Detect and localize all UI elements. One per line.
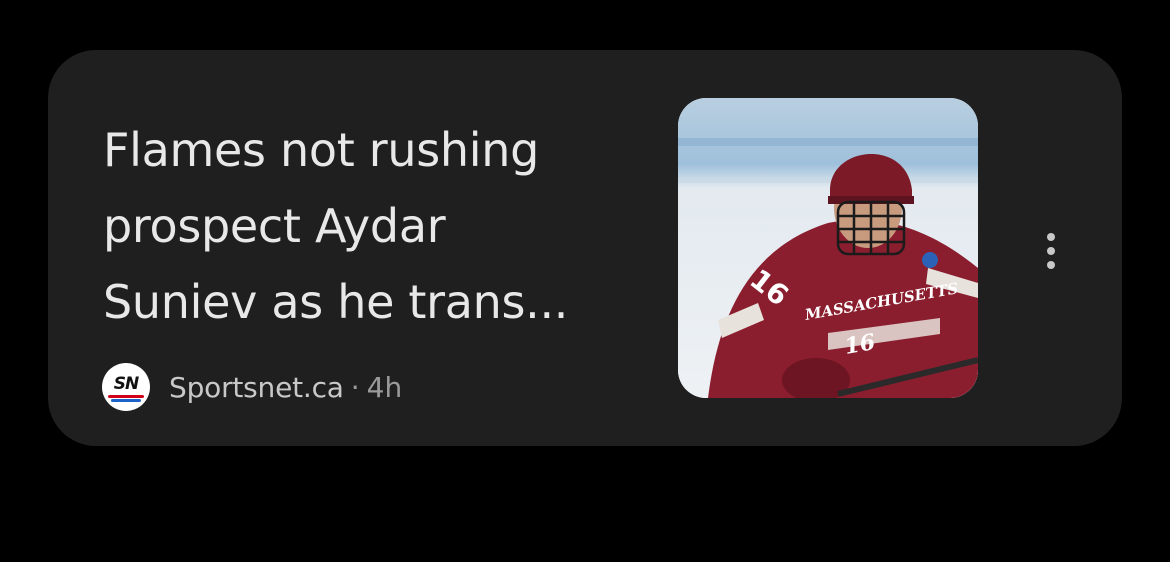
article-thumbnail[interactable]: 16 MASSACHUSETTS 16	[678, 98, 978, 398]
publish-age: 4h	[366, 370, 403, 404]
source-name: Sportsnet.ca	[169, 370, 344, 404]
more-vertical-icon	[1047, 233, 1055, 241]
headline-line: prospect Aydar	[103, 199, 446, 253]
headline-line: Suniev as he trans...	[103, 275, 569, 329]
separator-dot: ·	[350, 370, 360, 404]
article-headline[interactable]: Flames not rushing prospect Aydar Suniev…	[103, 112, 663, 340]
news-card[interactable]: Flames not rushing prospect Aydar Suniev…	[48, 50, 1122, 446]
headline-line: Flames not rushing	[103, 123, 540, 177]
more-options-button[interactable]	[1033, 223, 1069, 279]
sportsnet-logo-icon: SN	[102, 363, 150, 411]
jersey-number: 16	[843, 329, 878, 360]
source-row: SN Sportsnet.ca · 4h	[102, 363, 402, 411]
